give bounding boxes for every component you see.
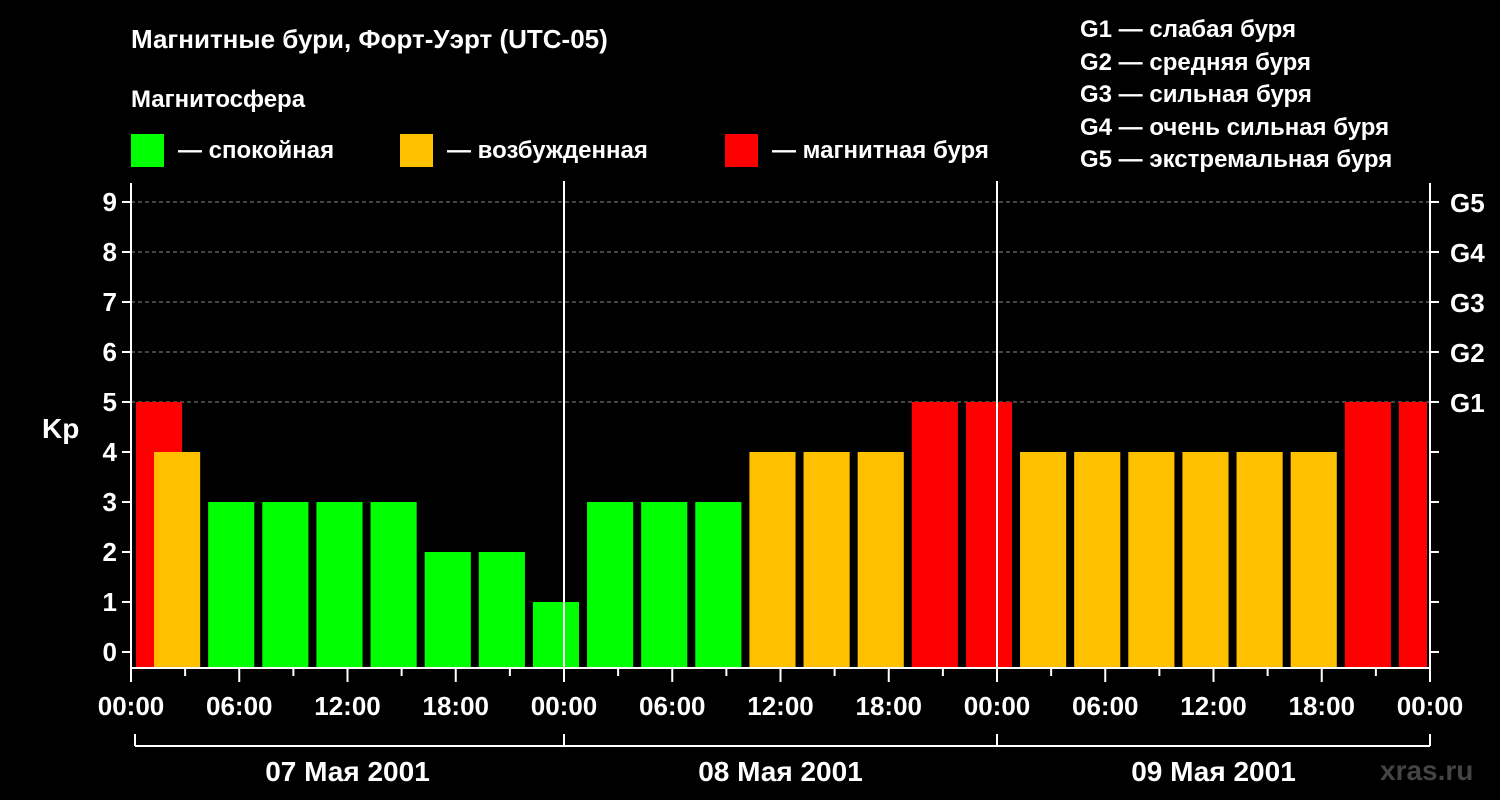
y-tick-label: 4 bbox=[103, 437, 118, 467]
g-tick-label: G3 bbox=[1450, 288, 1485, 318]
watermark: xras.ru bbox=[1380, 755, 1474, 786]
g-tick-label: G1 bbox=[1450, 388, 1485, 418]
date-label: 07 Мая 2001 bbox=[265, 756, 430, 787]
date-label: 09 Мая 2001 bbox=[1131, 756, 1296, 787]
y-tick-label: 6 bbox=[103, 337, 117, 367]
kp-bar bbox=[857, 452, 904, 668]
y-tick-label: 8 bbox=[103, 237, 117, 267]
kp-bar bbox=[532, 602, 580, 668]
kp-bar bbox=[1128, 452, 1175, 668]
kp-bar bbox=[965, 402, 1013, 668]
kp-bar bbox=[911, 402, 958, 668]
g-tick-label: G5 bbox=[1450, 188, 1485, 218]
y-tick-label: 2 bbox=[103, 537, 117, 567]
y-tick-label: 9 bbox=[103, 187, 117, 217]
x-tick-label: 18:00 bbox=[1289, 691, 1356, 721]
kp-bar bbox=[478, 552, 525, 668]
kp-bar bbox=[316, 502, 363, 668]
kp-bar bbox=[208, 502, 255, 668]
kp-bar bbox=[641, 502, 688, 668]
y-tick-label: 5 bbox=[103, 387, 117, 417]
date-label: 08 Мая 2001 bbox=[698, 756, 863, 787]
x-tick-label: 18:00 bbox=[423, 691, 490, 721]
y-tick-label: 1 bbox=[103, 587, 117, 617]
kp-bar bbox=[262, 502, 309, 668]
x-tick-label: 06:00 bbox=[1072, 691, 1139, 721]
kp-bar bbox=[370, 502, 417, 668]
x-tick-label: 12:00 bbox=[314, 691, 381, 721]
kp-bar bbox=[1290, 452, 1337, 668]
kp-bar bbox=[154, 452, 201, 668]
kp-bar bbox=[1074, 452, 1121, 668]
x-tick-label: 12:00 bbox=[747, 691, 814, 721]
x-tick-label: 00:00 bbox=[98, 691, 165, 721]
x-tick-label: 06:00 bbox=[639, 691, 706, 721]
kp-bar bbox=[803, 452, 850, 668]
kp-bar bbox=[424, 552, 471, 668]
kp-bar bbox=[1398, 402, 1427, 668]
y-tick-label: 7 bbox=[103, 287, 117, 317]
x-tick-label: 00:00 bbox=[1397, 691, 1464, 721]
x-tick-label: 00:00 bbox=[531, 691, 598, 721]
x-tick-label: 00:00 bbox=[964, 691, 1031, 721]
y-tick-label: 3 bbox=[103, 487, 117, 517]
g-tick-label: G4 bbox=[1450, 238, 1485, 268]
x-tick-label: 06:00 bbox=[206, 691, 273, 721]
kp-chart: 0 1 2 3 4 5 6 7 8 9 G1 G2 G3 G4 G5 Kp 00:00 06:00 12:00 18:… bbox=[42, 181, 1485, 787]
g-tick-label: G2 bbox=[1450, 338, 1485, 368]
y-tick-label: 0 bbox=[103, 637, 117, 667]
y-axis-label: Kp bbox=[42, 413, 79, 444]
kp-bar bbox=[1236, 452, 1283, 668]
kp-bar bbox=[1344, 402, 1391, 668]
kp-bar bbox=[1182, 452, 1229, 668]
kp-bar bbox=[749, 452, 796, 668]
kp-bar bbox=[1020, 452, 1067, 668]
x-tick-label: 18:00 bbox=[856, 691, 923, 721]
kp-bar bbox=[695, 502, 742, 668]
x-tick-label: 12:00 bbox=[1180, 691, 1247, 721]
kp-bar bbox=[587, 502, 634, 668]
